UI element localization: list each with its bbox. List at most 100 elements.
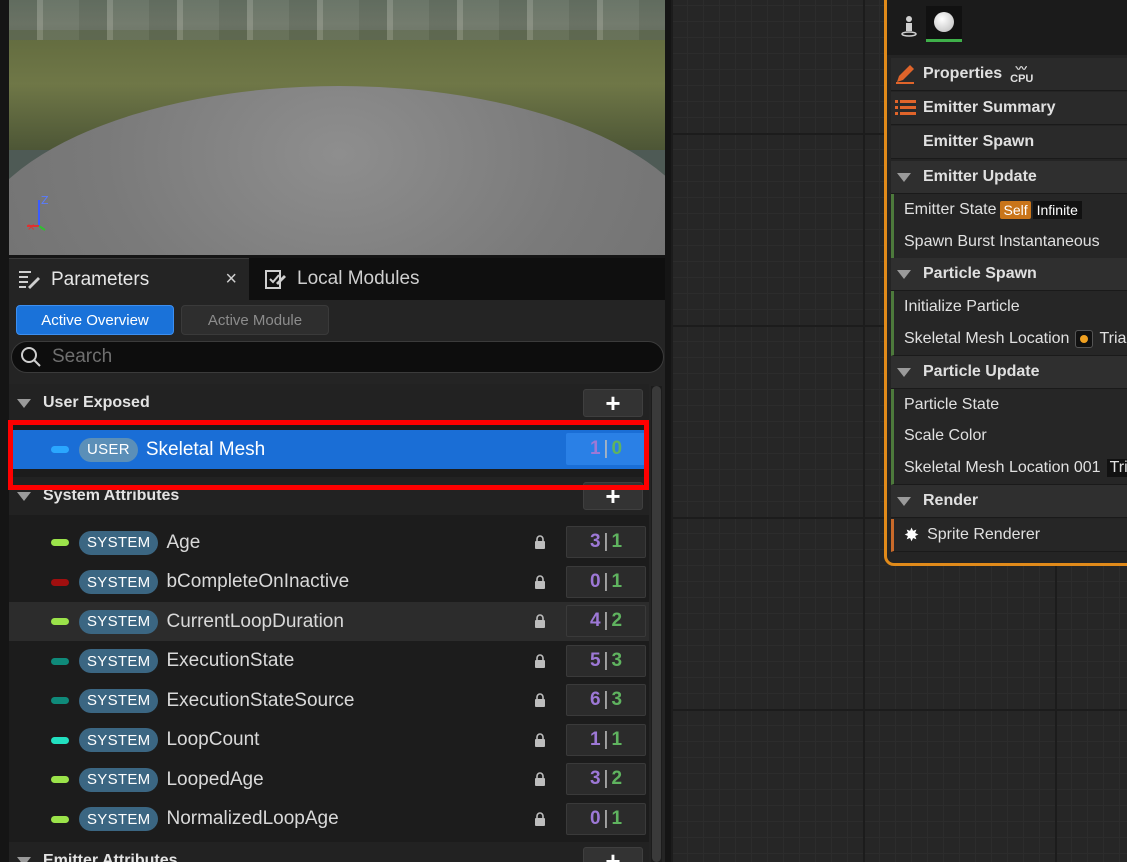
- reference-counts: 4 | 2: [566, 605, 646, 637]
- emitter-node[interactable]: Properties 〰 CPU Emitter Summary Emitter …: [884, 0, 1127, 566]
- module-label: Skeletal Mesh Location 001: [904, 459, 1101, 476]
- expand-triangle-icon[interactable]: [897, 172, 911, 182]
- module-particle-state[interactable]: Particle State: [891, 389, 1127, 422]
- expand-triangle-icon[interactable]: [897, 367, 911, 377]
- read-count: 5: [589, 649, 601, 671]
- preview-viewport[interactable]: × Z: [9, 0, 665, 255]
- infinite-tag: Infinite: [1032, 201, 1082, 219]
- module-label: Skeletal Mesh Location: [904, 330, 1070, 347]
- tab-local-modules[interactable]: Local Modules: [255, 258, 455, 300]
- sprite-burst-icon: ✸: [904, 524, 920, 545]
- lock-icon: [535, 693, 545, 707]
- reference-counts: 1 | 1: [566, 723, 646, 756]
- expand-triangle-icon[interactable]: [17, 398, 31, 408]
- parameter-row-system[interactable]: SYSTEM ExecutionState 5 | 3: [9, 642, 649, 681]
- stage-title: Emitter Update: [923, 168, 1037, 185]
- namespace-badge: SYSTEM: [79, 767, 159, 792]
- search-box[interactable]: [11, 341, 664, 373]
- module-label: Scale Color: [904, 427, 987, 444]
- parameter-row-system[interactable]: SYSTEM LoopedAge 3 | 2: [9, 760, 649, 799]
- close-tab-icon[interactable]: ×: [225, 269, 237, 289]
- stage-particle-update[interactable]: Particle Update: [891, 356, 1127, 389]
- scrollbar-thumb[interactable]: [652, 386, 661, 862]
- type-pill-icon: [51, 736, 69, 744]
- emitter-figure-icon: [901, 16, 917, 37]
- stage-render[interactable]: Render: [891, 485, 1127, 518]
- node-emitter-summary-row[interactable]: Emitter Summary: [891, 92, 1127, 125]
- write-count: 3: [611, 689, 623, 710]
- panel-tab-bar: Parameters × Local Modules: [9, 258, 665, 300]
- parameter-row-system[interactable]: SYSTEM CurrentLoopDuration 4 | 2: [9, 602, 649, 641]
- stage-emitter-update[interactable]: Emitter Update: [891, 161, 1127, 194]
- parameters-panel: Active Overview Active Module User Expos…: [9, 300, 665, 862]
- warning-dot-icon: [1075, 330, 1094, 348]
- parameter-row-system[interactable]: SYSTEM NormalizedLoopAge 0 | 1: [9, 800, 649, 839]
- expand-triangle-icon[interactable]: [17, 856, 31, 862]
- node-emitter-spawn-row[interactable]: Emitter Spawn: [891, 126, 1127, 159]
- parameter-name: Age: [166, 531, 201, 553]
- module-emitter-state[interactable]: Emitter State Self Infinite: [891, 194, 1127, 227]
- tab-local-modules-label: Local Modules: [297, 268, 420, 289]
- parameter-row-system[interactable]: SYSTEM Age 3 | 1: [9, 523, 649, 562]
- search-icon: [21, 347, 41, 367]
- viewport-trees: [9, 0, 665, 40]
- left-column: × Z Parameters × Local Modules Active Ov…: [0, 0, 671, 862]
- active-overview-button[interactable]: Active Overview: [16, 305, 174, 335]
- tab-parameters-label: Parameters: [51, 268, 150, 290]
- read-count: 3: [589, 768, 601, 789]
- add-system-parameter-button[interactable]: +: [583, 482, 643, 510]
- search-input[interactable]: [52, 346, 612, 368]
- read-count: 1: [589, 438, 601, 459]
- parameter-row-system[interactable]: SYSTEM bCompleteOnInactive 0 | 1: [9, 563, 649, 602]
- lock-icon: [535, 574, 545, 589]
- module-label: Initialize Particle: [904, 298, 1020, 315]
- expand-triangle-icon[interactable]: [897, 496, 911, 506]
- add-user-parameter-button[interactable]: +: [583, 389, 643, 417]
- cpu-label: CPU: [1010, 73, 1034, 85]
- node-header: [887, 0, 1127, 55]
- section-title: Emitter Attributes: [43, 852, 178, 862]
- local-modules-icon: [263, 267, 289, 291]
- module-initialize-particle[interactable]: Initialize Particle: [891, 291, 1127, 324]
- namespace-badge: SYSTEM: [79, 530, 159, 555]
- lock-icon: [535, 772, 545, 786]
- node-properties-row[interactable]: Properties 〰 CPU: [891, 58, 1127, 91]
- module-source-tag: Tria: [1099, 330, 1127, 347]
- parameter-row-system[interactable]: SYSTEM ExecutionStateSource 6 | 3: [9, 681, 649, 720]
- read-count: 0: [589, 570, 601, 592]
- list-scrollbar[interactable]: [651, 386, 662, 862]
- expand-triangle-icon[interactable]: [897, 269, 911, 279]
- emitter-thumbnail[interactable]: [926, 6, 962, 42]
- type-pill-icon: [51, 815, 69, 823]
- count-separator: |: [603, 649, 609, 671]
- namespace-badge: SYSTEM: [79, 688, 159, 713]
- module-source-tag: Tri: [1106, 459, 1127, 477]
- add-emitter-parameter-button[interactable]: +: [583, 847, 643, 862]
- stage-particle-spawn[interactable]: Particle Spawn: [891, 258, 1127, 291]
- count-separator: |: [603, 610, 609, 631]
- tab-parameters[interactable]: Parameters ×: [9, 258, 249, 300]
- stage-title: Particle Update: [923, 363, 1040, 380]
- reference-counts: 3 | 1: [566, 526, 646, 558]
- parameter-row-user-0[interactable]: USER Skeletal Mesh 1 | 0: [9, 430, 649, 469]
- active-module-button[interactable]: Active Module: [181, 305, 329, 335]
- section-emitter-attributes[interactable]: Emitter Attributes +: [9, 842, 649, 862]
- section-title: System Attributes: [43, 487, 180, 504]
- lock-icon: [535, 811, 545, 826]
- module-label: Emitter State: [904, 201, 997, 218]
- count-separator: |: [603, 570, 609, 592]
- write-count: 1: [611, 807, 623, 829]
- module-skeletal-mesh-location-001[interactable]: Skeletal Mesh Location 001 Tri: [891, 452, 1127, 485]
- section-user-exposed[interactable]: User Exposed +: [9, 384, 649, 422]
- parameter-row-system[interactable]: SYSTEM LoopCount 1 | 1: [9, 721, 649, 760]
- properties-label: Properties: [923, 65, 1003, 82]
- module-sprite-renderer[interactable]: ✸ Sprite Renderer: [891, 519, 1127, 552]
- expand-triangle-icon[interactable]: [17, 491, 31, 501]
- read-count: 6: [589, 689, 601, 710]
- module-scale-color[interactable]: Scale Color: [891, 420, 1127, 453]
- module-skeletal-mesh-location[interactable]: Skeletal Mesh Location Tria: [891, 323, 1127, 356]
- count-separator: |: [603, 438, 609, 459]
- section-system-attributes[interactable]: System Attributes +: [9, 477, 649, 515]
- parameter-name: LoopedAge: [166, 768, 264, 790]
- module-spawn-burst[interactable]: Spawn Burst Instantaneous: [891, 226, 1127, 259]
